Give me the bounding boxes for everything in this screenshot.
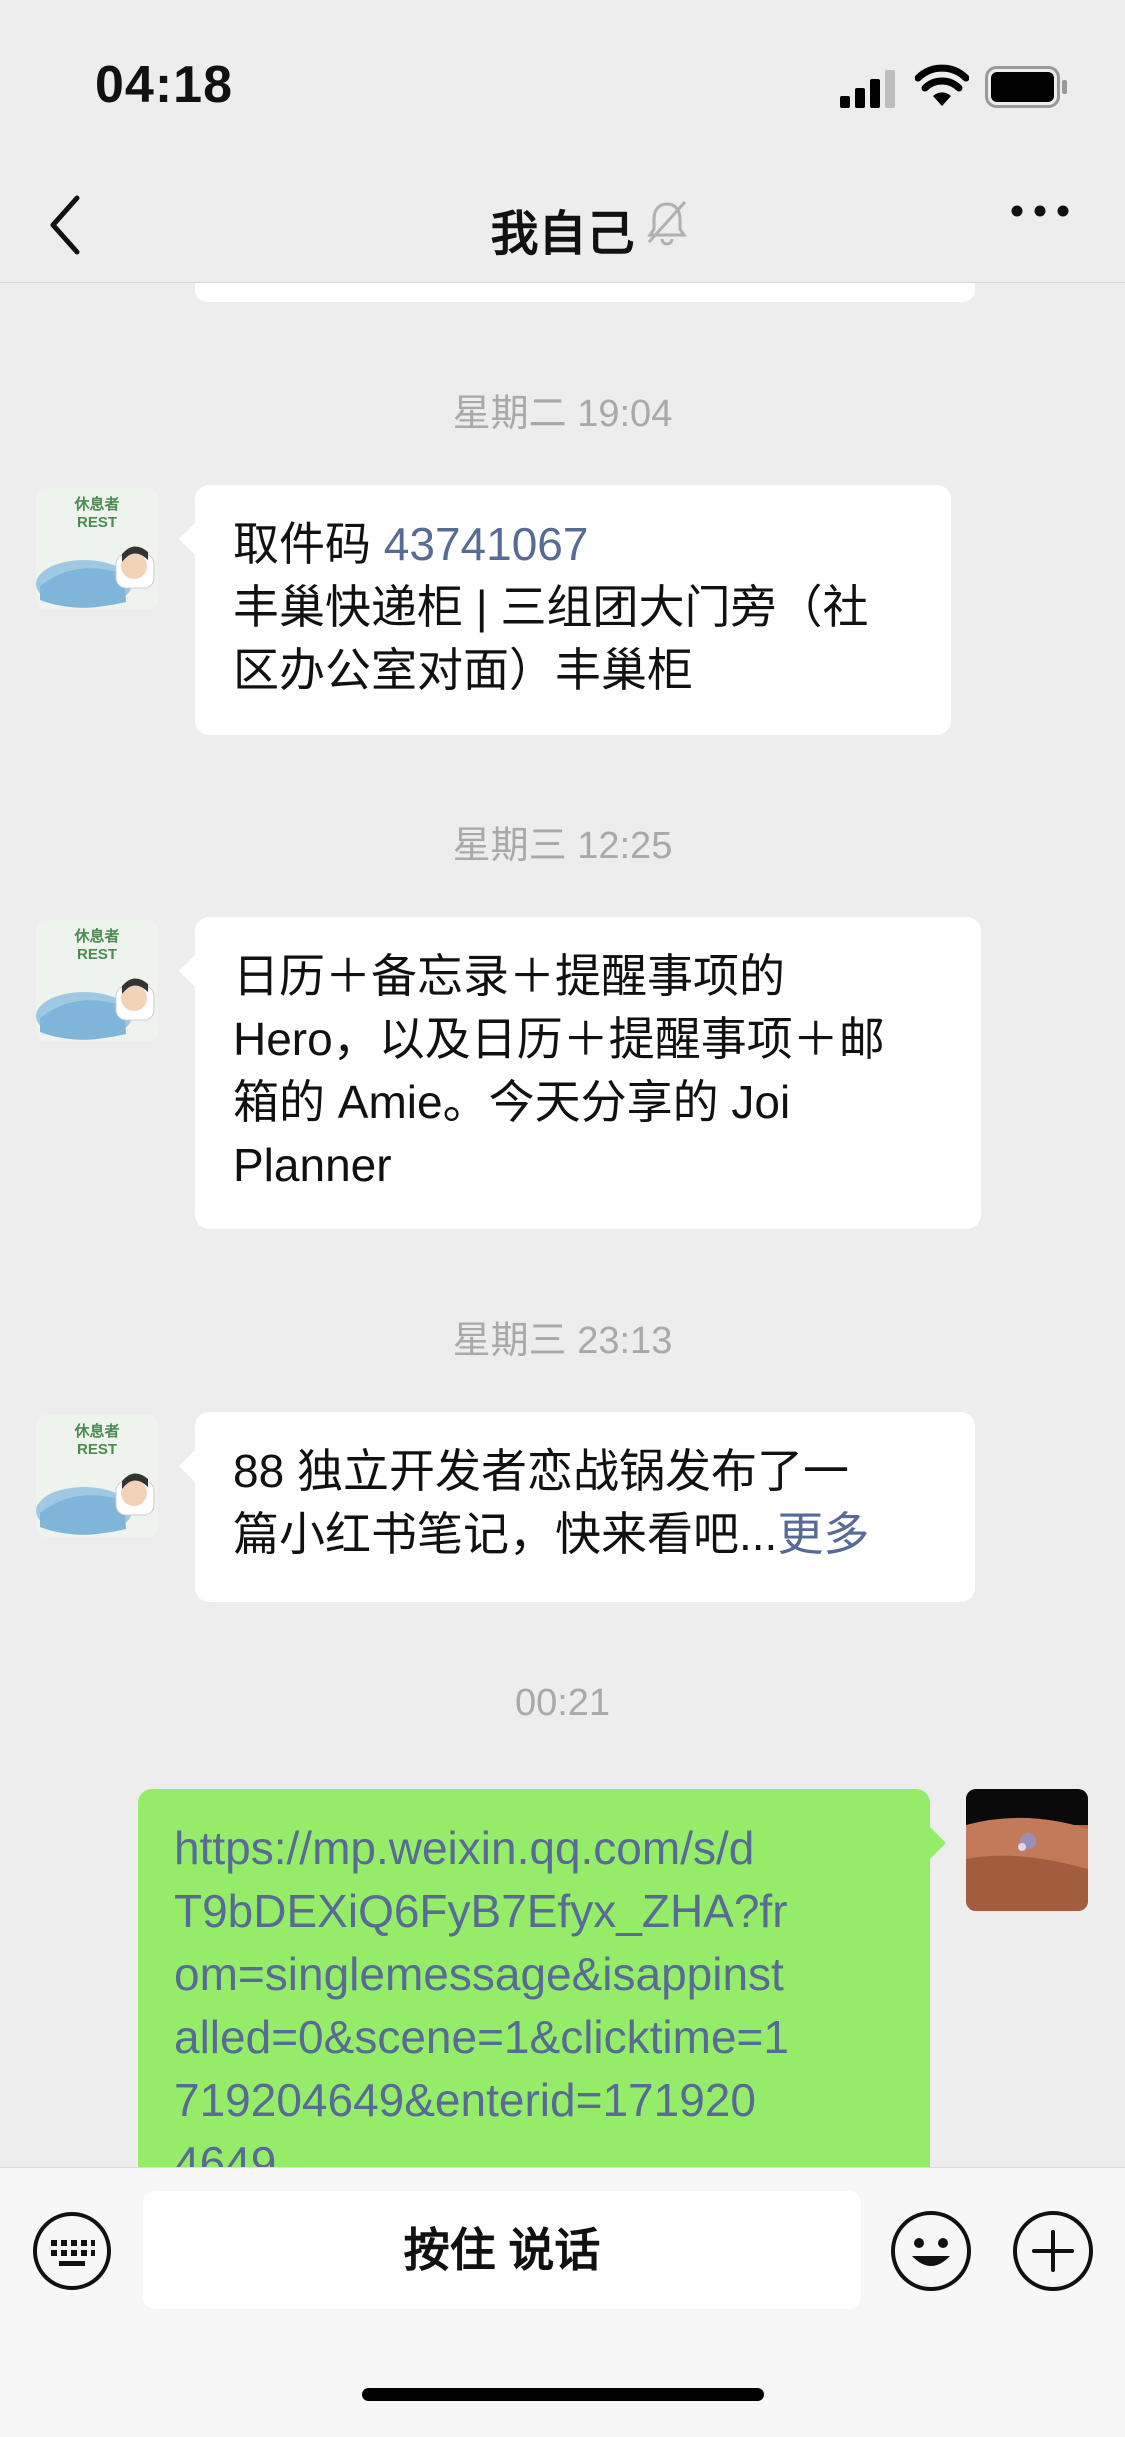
message-link-text[interactable]: alled=0&scene=1&clicktime=1	[174, 2006, 894, 2069]
avatar-label: 休息者	[74, 928, 120, 945]
home-indicator[interactable]	[362, 2388, 764, 2401]
message-text: 丰巢快递柜 | 三组团大门旁（社	[233, 581, 869, 633]
pickup-code-link[interactable]: 43741067	[384, 518, 589, 570]
avatar-label: 休息者	[74, 496, 120, 513]
avatar[interactable]: 休息者 REST	[36, 920, 158, 1042]
message-link-text[interactable]: 4649	[174, 2132, 894, 2167]
message-text: 篇小红书笔记，快来看吧...	[233, 1508, 778, 1560]
link-message-bubble[interactable]: https://mp.weixin.qq.com/s/d T9bDEXiQ6Fy…	[138, 1789, 946, 2167]
message-text: 88 独立开发者恋战锅发布了一	[233, 1445, 849, 1497]
message-bubble[interactable]: 88 独立开发者恋战锅发布了一 篇小红书笔记，快来看吧...更多	[179, 1412, 975, 1602]
message-list[interactable]: 星期二 19:04 休息者 REST 取件码 43741067 丰巢快递柜 | 三…	[0, 282, 1125, 2167]
emoji-icon[interactable]	[890, 2210, 972, 2292]
wifi-icon	[915, 64, 969, 106]
message-bubble[interactable]: 日历＋备忘录＋提醒事项的 Hero，以及日历＋提醒事项＋邮 箱的 Amie。今天…	[179, 917, 981, 1229]
message-text: 日历＋备忘录＋提醒事项的	[233, 950, 785, 1002]
sleeping-person-icon	[36, 1473, 155, 1535]
chat-title: 我自己	[490, 208, 635, 261]
sleeping-person-icon	[36, 546, 155, 608]
sleeping-person-icon	[36, 978, 155, 1040]
cellular-signal-icon	[840, 70, 895, 108]
my-avatar[interactable]	[966, 1789, 1088, 1911]
message-link-text[interactable]: https://mp.weixin.qq.com/s/d	[174, 1817, 894, 1880]
avatar[interactable]: 休息者 REST	[36, 1415, 158, 1537]
avatar-photo	[966, 1789, 1088, 1911]
keyboard-icon[interactable]	[32, 2211, 112, 2291]
status-time: 04:18	[95, 56, 233, 114]
message-text: 取件码	[233, 518, 384, 570]
hold-to-talk-button[interactable]: 按住 说话	[143, 2191, 861, 2309]
battery-icon	[985, 66, 1067, 108]
message-bubble[interactable]: 取件码 43741067 丰巢快递柜 | 三组团大门旁（社 区办公室对面）丰巢柜	[179, 485, 951, 735]
message-text: 箱的 Amie。今天分享的 Joi	[233, 1076, 791, 1128]
more-link[interactable]: 更多	[777, 1508, 869, 1560]
message-timestamp: 星期二 19:04	[452, 393, 673, 435]
chat-header: 我自己	[0, 170, 1125, 283]
status-bar: 04:18	[0, 0, 1125, 170]
message-link-text[interactable]: T9bDEXiQ6FyB7Efyx_ZHA?fr	[174, 1880, 894, 1943]
avatar-label: 休息者	[74, 1423, 120, 1440]
more-options-icon[interactable]	[1010, 204, 1070, 218]
message-timestamp: 星期三 12:25	[452, 825, 673, 867]
avatar[interactable]: 休息者 REST	[36, 488, 158, 610]
message-timestamp: 星期三 23:13	[452, 1320, 673, 1362]
message-timestamp: 00:21	[514, 1682, 611, 1724]
add-plus-icon[interactable]	[1012, 2210, 1094, 2292]
message-text: Hero，以及日历＋提醒事项＋邮	[233, 1013, 885, 1065]
message-link-text[interactable]: om=singlemessage&isappinst	[174, 1943, 894, 2006]
message-link-text[interactable]: 719204649&enterid=171920	[174, 2069, 894, 2132]
message-text: 区办公室对面）丰巢柜	[233, 644, 693, 696]
mute-bell-icon	[647, 200, 687, 246]
message-text: Planner	[233, 1139, 392, 1191]
chat-input-bar: 按住 说话	[0, 2167, 1125, 2437]
previous-message-bubble[interactable]	[195, 282, 975, 302]
